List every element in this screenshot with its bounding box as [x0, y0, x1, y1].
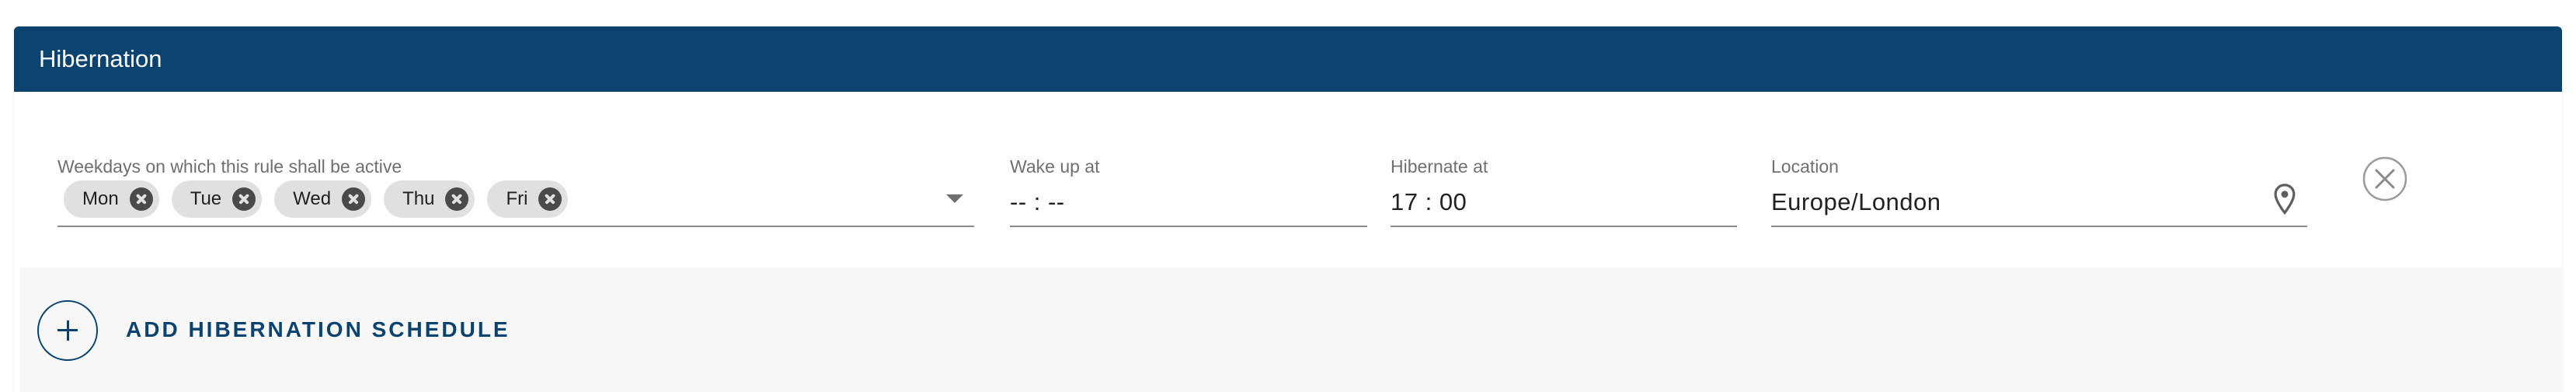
location-value[interactable]: Europe/London: [1771, 187, 1941, 218]
weekday-chip-label: Wed: [293, 188, 332, 209]
hibernate-time-input[interactable]: Hibernate at 17 : 00: [1391, 131, 1737, 227]
weekday-chip-tue: Tue: [171, 180, 263, 218]
close-circle-icon[interactable]: [445, 187, 469, 211]
hibernation-card: Hibernation Weekdays on which this rule …: [14, 26, 2562, 392]
hibernate-value[interactable]: 17 : 00: [1391, 187, 1467, 218]
card-header: Hibernation: [14, 26, 2562, 92]
weekday-chips: Mon Tue Wed Thu Fri: [64, 180, 569, 218]
hibernate-label: Hibernate at: [1391, 156, 1488, 177]
chevron-down-icon[interactable]: [946, 194, 963, 203]
card-title: Hibernation: [39, 45, 162, 72]
close-circle-icon[interactable]: [129, 187, 153, 211]
plus-circle-icon[interactable]: [37, 300, 98, 361]
add-schedule-bar: ADD HIBERNATION SCHEDULE: [20, 268, 2562, 392]
weekday-chip-wed: Wed: [274, 180, 372, 218]
wake-up-time-input[interactable]: Wake up at -- : --: [1010, 131, 1367, 227]
weekday-chip-mon: Mon: [64, 180, 159, 218]
weekdays-label: Weekdays on which this rule shall be act…: [57, 156, 402, 177]
remove-rule-button[interactable]: [2362, 156, 2408, 202]
map-pin-icon[interactable]: [2273, 184, 2296, 215]
location-label: Location: [1771, 156, 1839, 177]
weekday-chip-label: Thu: [402, 188, 435, 209]
weekday-chip-label: Mon: [82, 188, 119, 209]
close-circle-icon[interactable]: [232, 187, 256, 211]
weekday-chip-label: Fri: [506, 188, 528, 209]
weekday-chip-label: Tue: [190, 188, 222, 209]
close-circle-icon[interactable]: [342, 187, 366, 211]
weekdays-select[interactable]: Weekdays on which this rule shall be act…: [57, 131, 974, 227]
wake-up-value[interactable]: -- : --: [1010, 187, 1065, 218]
weekday-chip-thu: Thu: [384, 180, 475, 218]
wake-up-label: Wake up at: [1010, 156, 1100, 177]
close-circle-icon[interactable]: [538, 187, 562, 211]
add-hibernation-schedule-button[interactable]: ADD HIBERNATION SCHEDULE: [126, 314, 510, 345]
location-input[interactable]: Location Europe/London: [1771, 131, 2307, 227]
weekday-chip-fri: Fri: [487, 180, 569, 218]
